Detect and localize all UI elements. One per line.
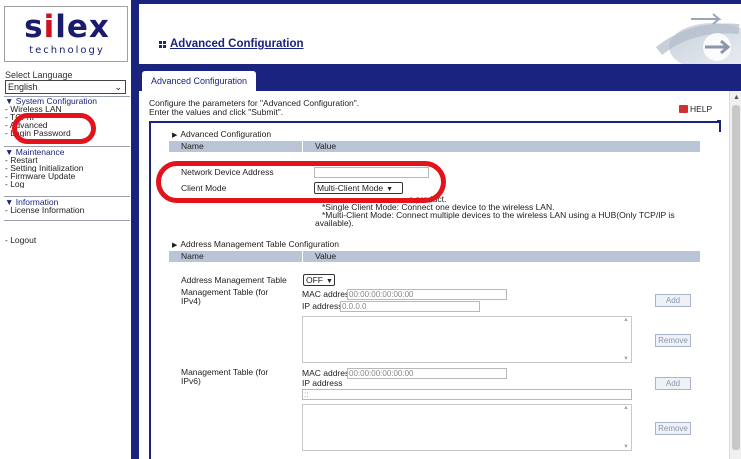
- nav-item-firmware-update[interactable]: - Firmware Update: [5, 172, 129, 180]
- tab-bar: Advanced Configuration: [135, 64, 741, 91]
- scroll-up-icon[interactable]: ▲: [623, 405, 629, 411]
- ipv6-ip-label: IP address: [302, 378, 343, 388]
- note-multi-client: *Multi-Client Mode: Connect multiple dev…: [322, 210, 675, 220]
- scroll-up-icon[interactable]: ▲: [733, 94, 740, 101]
- column-header-name: Name: [181, 251, 204, 261]
- ipv6-table-label: Management Table (for IPv6): [181, 368, 268, 386]
- help-label: HELP: [690, 104, 713, 114]
- nav-maintenance: ▼ Maintenance - Restart - Setting Initia…: [5, 148, 129, 188]
- page-title: Advanced Configuration: [170, 38, 304, 50]
- nav-information: ▼ Information - License Information: [5, 198, 129, 214]
- ipv4-mac-input[interactable]: 00:00:00:00:00:00: [347, 289, 507, 300]
- ipv4-mac-label: MAC address: [302, 289, 354, 299]
- ipv4-add-button[interactable]: Add: [655, 294, 691, 307]
- language-select[interactable]: English ⌄: [5, 80, 126, 94]
- nav-item-setting-initialization[interactable]: - Setting Initialization: [5, 164, 129, 172]
- silex-logo: silex technology: [4, 6, 128, 62]
- language-value: English: [8, 82, 38, 92]
- page-header: Advanced Configuration: [135, 0, 741, 67]
- nav-system-configuration: ▼ System Configuration - Wireless LAN - …: [5, 97, 129, 137]
- network-device-address-input[interactable]: [314, 167, 429, 178]
- page-scrollbar[interactable]: ▲: [729, 91, 741, 459]
- chevron-down-icon: ▼: [386, 186, 394, 193]
- column-divider: [302, 251, 303, 262]
- intro-text: Configure the parameters for "Advanced C…: [149, 99, 359, 117]
- nav-item-license-information[interactable]: - License Information: [5, 206, 129, 214]
- main-content: Configure the parameters for "Advanced C…: [139, 91, 731, 459]
- header-decoration-icon: [621, 7, 741, 67]
- sidebar: silex technology Select Language English…: [0, 0, 135, 459]
- nav-logout[interactable]: - Logout: [5, 236, 129, 245]
- ipv4-table-listbox[interactable]: ▲ ▼: [302, 316, 632, 363]
- client-mode-select[interactable]: Multi-Client Mode ▼: [314, 182, 403, 194]
- column-header-value: Value: [315, 251, 337, 261]
- logo-wordmark: silex: [24, 9, 110, 45]
- ipv6-ip-input[interactable]: ::: [302, 389, 632, 400]
- network-device-address-label: Network Device Address: [181, 167, 274, 177]
- ipv4-remove-button[interactable]: Remove: [655, 334, 691, 347]
- ipv6-mac-label: MAC address: [302, 368, 354, 378]
- ipv6-mac-input[interactable]: 00:00:00:00:00:00: [347, 368, 507, 379]
- divider: [4, 220, 130, 221]
- nav-item-log[interactable]: - Log: [5, 180, 129, 188]
- table-header-advanced: Name Value: [169, 141, 700, 152]
- ipv4-ip-input[interactable]: 0.0.0.0: [340, 301, 480, 312]
- address-management-table-select[interactable]: OFF ▼: [303, 274, 335, 286]
- nav-item-restart[interactable]: - Restart: [5, 156, 129, 164]
- nav-item-tcpip[interactable]: - TCP/IP: [5, 113, 129, 121]
- nav-heading-maintenance[interactable]: ▼ Maintenance: [5, 148, 129, 157]
- column-header-value: Value: [315, 141, 337, 151]
- triangle-right-icon: ▶: [172, 132, 178, 139]
- intro-line-2: Enter the values and click "Submit".: [149, 107, 284, 117]
- column-header-name: Name: [181, 141, 204, 151]
- note-multi-client-cont: available).: [315, 218, 354, 228]
- amt-select-value: OFF: [306, 275, 323, 285]
- column-divider: [302, 141, 303, 152]
- chevron-down-icon: ▼: [326, 278, 333, 285]
- ipv4-table-label: Management Table (for IPv4): [181, 288, 268, 306]
- nav-heading-information[interactable]: ▼ Information: [5, 198, 129, 207]
- nav-item-wireless-lan[interactable]: - Wireless LAN: [5, 105, 129, 113]
- ipv4-table-label-line2: IPv4): [181, 296, 201, 306]
- header-panel: Advanced Configuration: [142, 7, 741, 67]
- scroll-down-icon[interactable]: ▼: [623, 444, 629, 450]
- help-link[interactable]: HELP: [679, 104, 712, 114]
- ipv6-table-listbox[interactable]: ▲ ▼: [302, 404, 632, 451]
- section-title-address-management: ▶ Address Management Table Configuration: [172, 239, 339, 249]
- client-mode-value: Multi-Client Mode: [317, 183, 384, 193]
- client-mode-label: Client Mode: [181, 183, 227, 193]
- section-title-advanced: ▶ Advanced Configuration: [172, 129, 272, 139]
- scroll-up-icon[interactable]: ▲: [623, 317, 629, 323]
- table-header-address-management: Name Value: [169, 251, 700, 262]
- chevron-down-icon: ⌄: [114, 82, 122, 92]
- help-book-icon: [679, 105, 688, 113]
- grid-icon: [159, 41, 167, 49]
- triangle-right-icon: ▶: [172, 242, 178, 249]
- language-label: Select Language: [5, 70, 73, 80]
- ipv6-table-label-line2: IPv6): [181, 376, 201, 386]
- address-management-table-label: Address Management Table: [181, 275, 287, 285]
- nav-item-advanced[interactable]: - Advanced: [5, 121, 129, 129]
- ipv6-remove-button[interactable]: Remove: [655, 422, 691, 435]
- logo-subtitle: technology: [29, 45, 105, 56]
- scrollbar-thumb[interactable]: [732, 105, 740, 450]
- tab-advanced-configuration[interactable]: Advanced Configuration: [142, 71, 257, 91]
- scroll-down-icon[interactable]: ▼: [623, 356, 629, 362]
- ipv6-add-button[interactable]: Add: [655, 377, 691, 390]
- ipv4-ip-label: IP address: [302, 301, 343, 311]
- nav-heading-system-configuration[interactable]: ▼ System Configuration: [5, 97, 129, 106]
- nav-item-login-password[interactable]: - Login Password: [5, 129, 129, 137]
